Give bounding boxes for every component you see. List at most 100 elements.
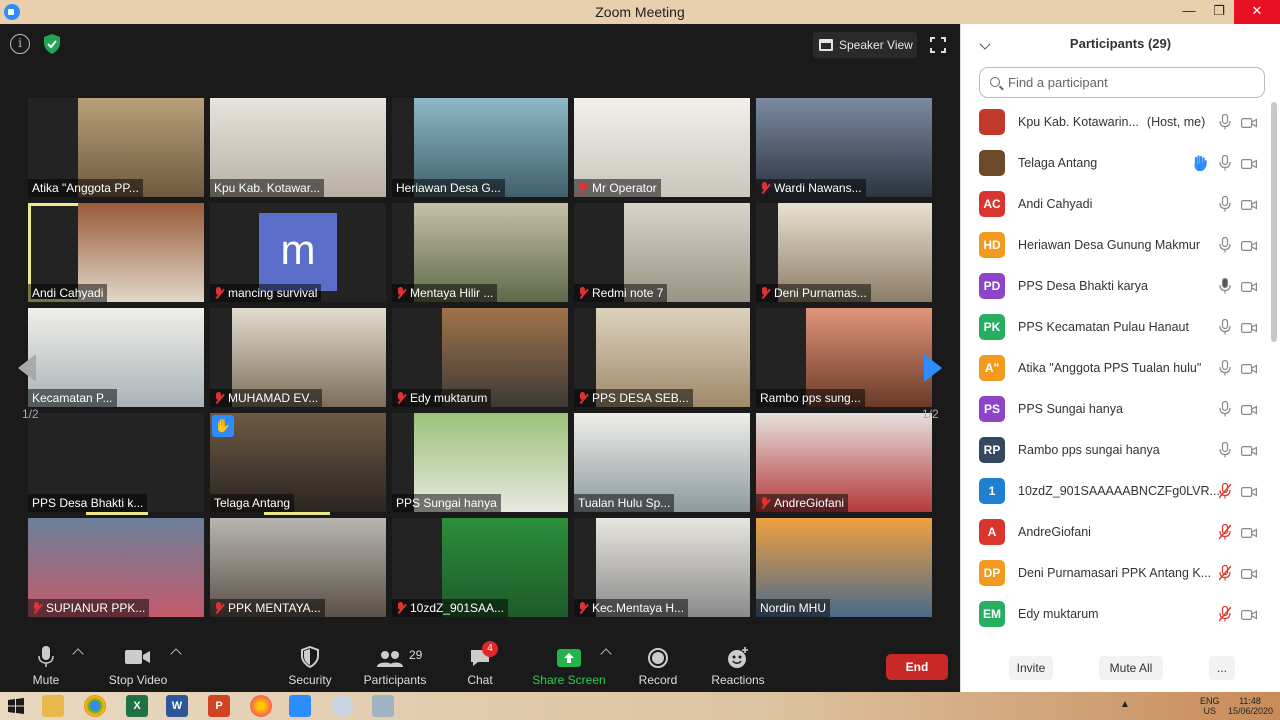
participant-list-item[interactable]: Telaga Antang	[961, 143, 1271, 184]
powerpoint-icon[interactable]: P	[208, 695, 230, 717]
input-language[interactable]: ENG US	[1200, 696, 1220, 716]
participant-video-tile[interactable]: Mentaya Hilir ...	[392, 203, 568, 302]
participant-video-tile[interactable]: PPS DESA SEB...	[574, 308, 750, 407]
video-camera-icon[interactable]	[1241, 526, 1257, 539]
participant-video-tile[interactable]: Kpu Kab. Kotawar...	[210, 98, 386, 197]
audio-options-chevron-icon[interactable]	[72, 648, 84, 660]
participant-video-tile[interactable]: ✋ Telaga Antang	[210, 413, 386, 512]
more-options-button[interactable]: ...	[1209, 656, 1235, 680]
speaker-view-button[interactable]: Speaker View	[813, 32, 917, 58]
participant-video-tile[interactable]: PPK MENTAYA...	[210, 518, 386, 617]
maximize-button[interactable]: ❐	[1204, 0, 1234, 24]
end-meeting-button[interactable]: End	[886, 654, 948, 680]
participant-list-item[interactable]: DP Deni Purnamasari PPK Antang K...	[961, 553, 1271, 594]
video-camera-icon[interactable]	[1241, 198, 1257, 211]
zoom-taskbar-icon[interactable]	[289, 695, 311, 717]
participant-video-tile[interactable]: SUPIANUR PPK...	[28, 518, 204, 617]
microphone-icon[interactable]	[1219, 113, 1231, 130]
mute-button[interactable]: Mute	[20, 638, 72, 692]
microphone-icon[interactable]	[1219, 441, 1231, 458]
muted-microphone-icon[interactable]	[1218, 605, 1232, 622]
reactions-button[interactable]: Reactions	[708, 638, 768, 692]
participant-video-tile[interactable]: Kecamatan P...	[28, 308, 204, 407]
video-camera-icon[interactable]	[1241, 321, 1257, 334]
previous-page-arrow[interactable]	[18, 354, 36, 382]
microphone-icon[interactable]	[1219, 359, 1231, 376]
participant-list-item[interactable]: A AndreGiofani	[961, 512, 1271, 553]
fullscreen-icon[interactable]	[930, 37, 946, 53]
participant-video-tile[interactable]: Edy muktarum	[392, 308, 568, 407]
participant-list-item[interactable]: RP Rambo pps sungai hanya	[961, 430, 1271, 471]
video-camera-icon[interactable]	[1241, 157, 1257, 170]
microphone-icon[interactable]	[1219, 277, 1231, 294]
mute-all-button[interactable]: Mute All	[1099, 656, 1163, 680]
video-camera-icon[interactable]	[1241, 116, 1257, 129]
microphone-icon[interactable]	[1219, 195, 1231, 212]
participant-list-item[interactable]: 1 10zdZ_901SAAAAABNCZFg0LVR...	[961, 471, 1271, 512]
video-camera-icon[interactable]	[1241, 362, 1257, 375]
encryption-shield-icon[interactable]	[42, 33, 62, 55]
participant-video-tile[interactable]: Atika "Anggota PP...	[28, 98, 204, 197]
participant-list-item[interactable]: Kpu Kab. Kotawarin... (Host, me)	[961, 102, 1271, 143]
word-icon[interactable]: W	[166, 695, 188, 717]
participant-video-tile[interactable]: Deni Purnamas...	[756, 203, 932, 302]
invite-button[interactable]: Invite	[1009, 656, 1053, 680]
participant-video-tile[interactable]: Redmi note 7	[574, 203, 750, 302]
participant-video-tile[interactable]: AndreGiofani	[756, 413, 932, 512]
security-button[interactable]: Security	[284, 638, 336, 692]
participant-video-tile[interactable]: 10zdZ_901SAA...	[392, 518, 568, 617]
muted-microphone-icon[interactable]	[1218, 564, 1232, 581]
participants-scrollbar[interactable]	[1271, 102, 1277, 342]
stop-video-button[interactable]: Stop Video	[102, 638, 174, 692]
microphone-icon[interactable]	[1219, 318, 1231, 335]
video-camera-icon[interactable]	[1241, 567, 1257, 580]
paint-icon[interactable]	[372, 695, 394, 717]
meeting-info-icon[interactable]: i	[10, 34, 30, 54]
tray-overflow-icon[interactable]: ▲	[1120, 700, 1130, 710]
participant-list-item[interactable]: HD Heriawan Desa Gunung Makmur	[961, 225, 1271, 266]
participant-video-tile[interactable]: Nordin MHU	[756, 518, 932, 617]
video-camera-icon[interactable]	[1241, 239, 1257, 252]
participant-list-item[interactable]: AC Andi Cahyadi	[961, 184, 1271, 225]
participant-video-tile[interactable]: PPS Desa Bhakti k...	[28, 413, 204, 512]
participant-list-item[interactable]: PD PPS Desa Bhakti karya	[961, 266, 1271, 307]
video-camera-icon[interactable]	[1241, 403, 1257, 416]
participant-video-tile[interactable]: Kec.Mentaya H...	[574, 518, 750, 617]
participant-list-item[interactable]: A" Atika "Anggota PPS Tualan hulu"	[961, 348, 1271, 389]
participant-video-tile[interactable]: MUHAMAD EV...	[210, 308, 386, 407]
media-player-icon[interactable]	[331, 695, 353, 717]
participant-video-tile[interactable]: PPS Sungai hanya	[392, 413, 568, 512]
share-screen-button[interactable]: Share Screen	[530, 638, 608, 692]
minimize-button[interactable]: —	[1174, 0, 1204, 24]
participant-list-item[interactable]: EM Edy muktarum	[961, 594, 1271, 635]
participant-video-tile[interactable]: Tualan Hulu Sp...	[574, 413, 750, 512]
participant-video-tile[interactable]: Mr Operator	[574, 98, 750, 197]
firefox-icon[interactable]	[250, 695, 272, 717]
microphone-icon[interactable]	[1219, 236, 1231, 253]
participant-video-tile[interactable]: Heriawan Desa G...	[392, 98, 568, 197]
participant-video-tile[interactable]: Andi Cahyadi	[28, 203, 204, 302]
video-camera-icon[interactable]	[1241, 444, 1257, 457]
file-explorer-icon[interactable]	[42, 695, 64, 717]
windows-start-icon[interactable]	[8, 698, 24, 714]
chrome-icon[interactable]	[84, 695, 106, 717]
chat-button[interactable]: 4 Chat	[456, 638, 504, 692]
participants-button[interactable]: 29 Participants	[360, 638, 430, 692]
participant-search-input[interactable]: Find a participant	[979, 67, 1265, 98]
microphone-icon[interactable]	[1219, 154, 1231, 171]
microphone-icon[interactable]	[1219, 400, 1231, 417]
excel-icon[interactable]: X	[126, 695, 148, 717]
next-page-arrow[interactable]	[924, 354, 942, 382]
system-clock[interactable]: 11:48 15/06/2020	[1228, 696, 1273, 716]
participant-list-item[interactable]: PK PPS Kecamatan Pulau Hanaut	[961, 307, 1271, 348]
participant-video-tile[interactable]: Rambo pps sung...	[756, 308, 932, 407]
participant-list-item[interactable]: PS PPS Sungai hanya	[961, 389, 1271, 430]
close-button[interactable]: ✕	[1234, 0, 1280, 24]
muted-microphone-icon[interactable]	[1218, 523, 1232, 540]
participant-video-tile[interactable]: Wardi Nawans...	[756, 98, 932, 197]
participant-video-tile[interactable]: m mancing survival	[210, 203, 386, 302]
record-button[interactable]: Record	[632, 638, 684, 692]
video-camera-icon[interactable]	[1241, 485, 1257, 498]
muted-microphone-icon[interactable]	[1218, 482, 1232, 499]
video-camera-icon[interactable]	[1241, 608, 1257, 621]
